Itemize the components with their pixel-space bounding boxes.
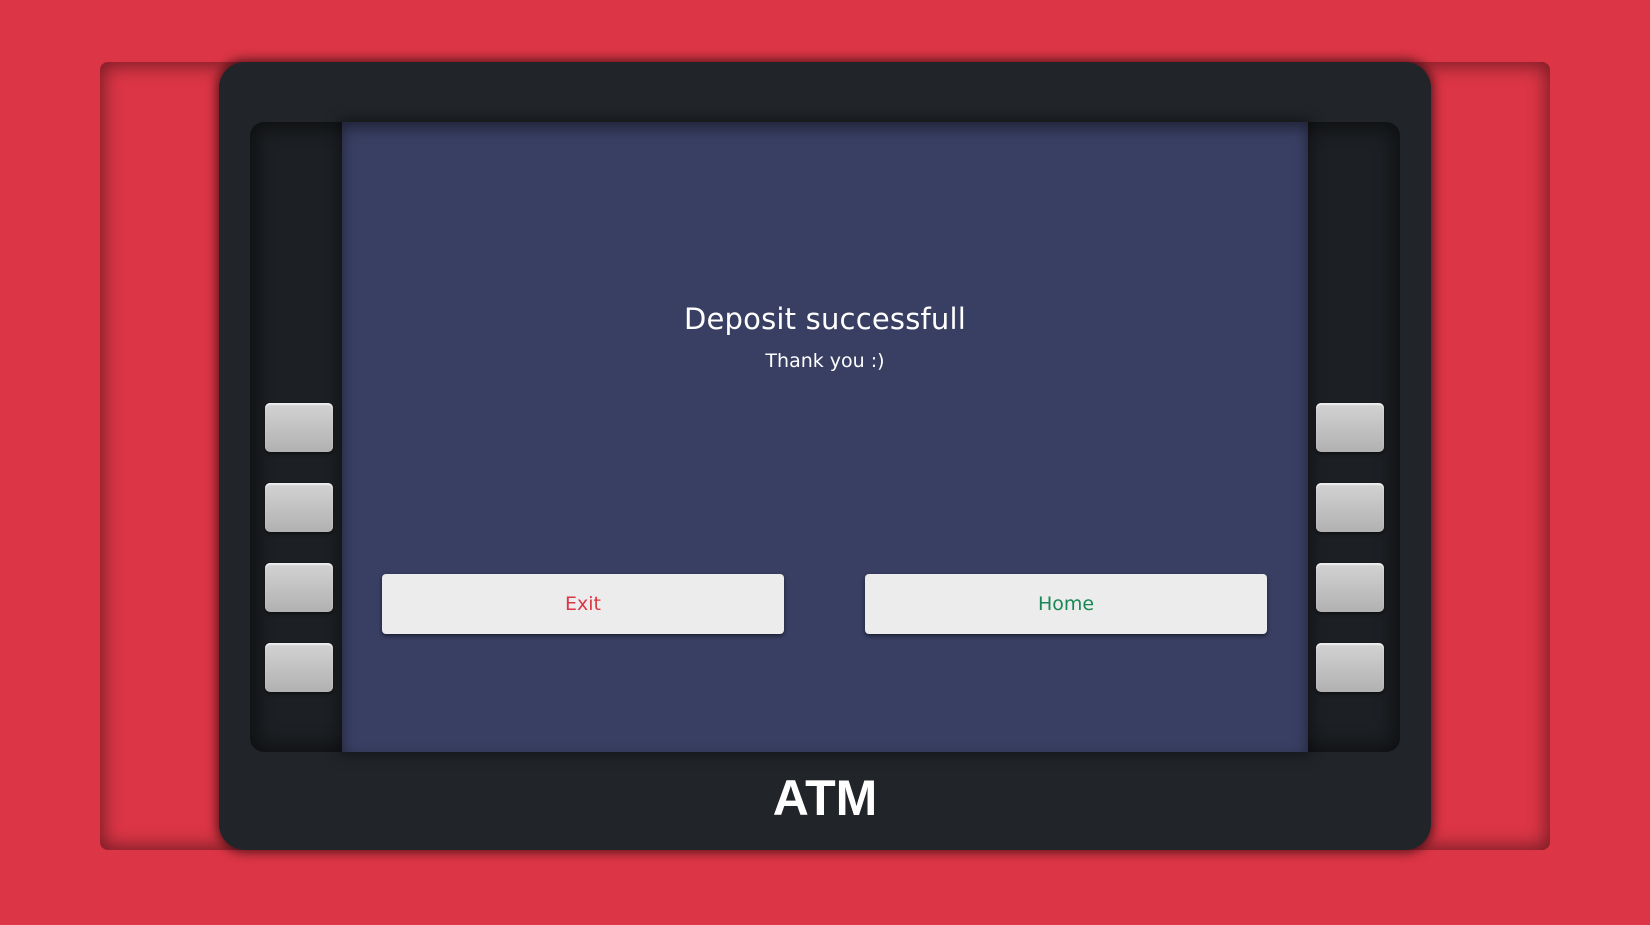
- right-side-key-2[interactable]: [1316, 483, 1384, 532]
- left-side-key-1[interactable]: [265, 403, 333, 452]
- left-side-key-2[interactable]: [265, 483, 333, 532]
- status-title: Deposit successfull: [683, 302, 967, 336]
- atm-screen: Deposit successfull Thank you :) Exit Ho…: [342, 122, 1308, 752]
- home-button[interactable]: Home: [865, 574, 1267, 634]
- exit-button[interactable]: Exit: [382, 574, 784, 634]
- right-side-key-3[interactable]: [1316, 563, 1384, 612]
- status-subtitle: Thank you :): [765, 350, 885, 372]
- right-side-key-1[interactable]: [1316, 403, 1384, 452]
- right-side-key-4[interactable]: [1316, 643, 1384, 692]
- atm-logo-text: ATM: [772, 770, 878, 826]
- left-side-key-3[interactable]: [265, 563, 333, 612]
- left-side-key-4[interactable]: [265, 643, 333, 692]
